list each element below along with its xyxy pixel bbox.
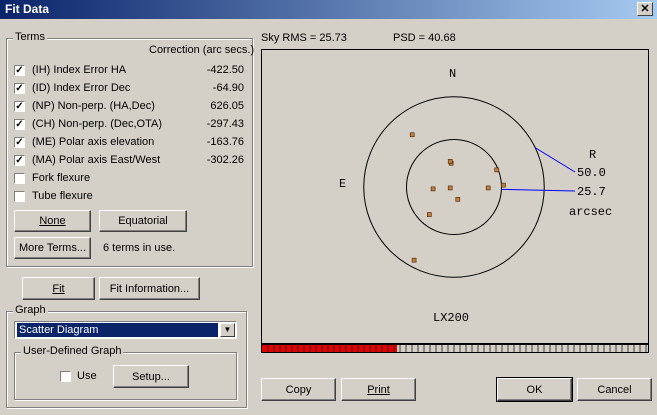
term-value: -64.90 <box>212 82 244 94</box>
graph-group-label: Graph <box>13 304 48 316</box>
setup-button[interactable]: Setup... <box>113 365 189 388</box>
term-checkbox[interactable] <box>14 191 25 202</box>
correction-header: Correction (arc secs.) <box>149 44 255 56</box>
setup-button-label: Setup... <box>132 370 170 383</box>
scatter-point <box>411 257 417 263</box>
term-row: ✓ (NP) Non-perp. (HA,Dec) 626.05 <box>14 99 244 115</box>
scatter-point <box>447 159 453 164</box>
term-label: (CH) Non-perp. (Dec,OTA) <box>32 118 162 130</box>
window-title: Fit Data <box>5 2 50 16</box>
more-terms-button[interactable]: More Terms... <box>14 237 91 259</box>
terms-group-label: Terms <box>13 31 47 43</box>
print-button-label: Print <box>367 383 390 396</box>
terms-in-use-text: 6 terms in use. <box>103 242 176 254</box>
scatter-point <box>447 185 453 191</box>
term-label: Fork flexure <box>32 172 91 184</box>
term-row: Tube flexure <box>14 189 244 205</box>
progress-fill <box>262 345 397 352</box>
cancel-button-label: Cancel <box>597 383 632 396</box>
graph-type-selected: Scatter Diagram <box>17 323 218 337</box>
unit-label: arcsec <box>569 205 613 219</box>
user-defined-graph-label: User-Defined Graph <box>21 345 124 357</box>
term-label: (IH) Index Error HA <box>32 64 127 76</box>
scatter-point <box>409 132 415 138</box>
none-button[interactable]: None <box>14 210 91 232</box>
progress-bar <box>261 344 649 353</box>
scatter-point <box>427 212 432 217</box>
close-button[interactable]: ✕ <box>637 2 653 16</box>
term-value: -422.50 <box>206 64 244 76</box>
scatter-points <box>409 132 506 263</box>
term-value: -297.43 <box>206 118 244 130</box>
equatorial-button-label: Equatorial <box>118 215 168 227</box>
term-label: (ME) Polar axis elevation <box>32 136 155 148</box>
scatter-plot-area: N E R 50.0 25.7 arcsec LX200 <box>261 49 649 344</box>
copy-button[interactable]: Copy <box>261 378 336 401</box>
term-row: ✓ (ID) Index Error Dec -64.90 <box>14 81 244 97</box>
outer-radius-value: 50.0 <box>577 166 606 180</box>
copy-button-label: Copy <box>285 383 312 396</box>
term-checkbox[interactable]: ✓ <box>14 65 25 76</box>
fit-information-button-label: Fit Information... <box>109 282 190 295</box>
progress-segments <box>262 345 647 352</box>
outer-radius-circle <box>363 96 545 278</box>
scatter-point <box>430 186 436 192</box>
scatter-point <box>485 185 491 191</box>
sky-rms-text: Sky RMS = 25.73 <box>261 32 347 44</box>
fit-button[interactable]: Fit <box>22 277 95 300</box>
term-checkbox[interactable]: ✓ <box>14 119 25 130</box>
cancel-button[interactable]: Cancel <box>577 378 652 401</box>
term-checkbox[interactable]: ✓ <box>14 83 25 94</box>
scatter-point <box>501 182 506 188</box>
term-row: ✓ (ME) Polar axis elevation -163.76 <box>14 135 244 151</box>
term-row: ✓ (MA) Polar axis East/West -302.26 <box>14 153 244 169</box>
term-label: (MA) Polar axis East/West <box>32 154 161 166</box>
term-row: Fork flexure <box>14 171 244 187</box>
scatter-point <box>455 197 461 202</box>
outer-radius-leader <box>535 147 576 173</box>
graph-type-select[interactable]: Scatter Diagram ▼ <box>14 321 237 339</box>
more-terms-button-label: More Terms... <box>18 242 87 254</box>
term-label: (ID) Index Error Dec <box>32 82 131 94</box>
term-checkbox[interactable] <box>14 173 25 184</box>
ok-button[interactable]: OK <box>496 377 573 402</box>
psd-text: PSD = 40.68 <box>393 32 456 44</box>
term-row: ✓ (IH) Index Error HA -422.50 <box>14 63 244 79</box>
scatter-point <box>494 167 500 173</box>
term-value: -302.26 <box>206 154 244 166</box>
none-button-label: None <box>39 215 66 227</box>
term-checkbox[interactable]: ✓ <box>14 101 25 112</box>
term-label: (NP) Non-perp. (HA,Dec) <box>32 100 155 112</box>
radius-header: R <box>589 148 597 162</box>
use-label: Use <box>77 370 97 382</box>
print-button[interactable]: Print <box>341 378 416 401</box>
term-value: 626.05 <box>210 100 244 112</box>
term-row: ✓ (CH) Non-perp. (Dec,OTA) -297.43 <box>14 117 244 133</box>
term-checkbox[interactable]: ✓ <box>14 155 25 166</box>
term-label: Tube flexure <box>32 190 93 202</box>
inner-radius-value: 25.7 <box>577 185 606 199</box>
ok-button-label: OK <box>526 383 543 396</box>
equatorial-button[interactable]: Equatorial <box>99 210 187 232</box>
term-value: -163.76 <box>206 136 244 148</box>
term-checkbox[interactable]: ✓ <box>14 137 25 148</box>
close-icon: ✕ <box>640 3 650 15</box>
fit-information-button[interactable]: Fit Information... <box>99 277 200 300</box>
north-label: N <box>449 67 457 81</box>
mount-label: LX200 <box>433 311 470 325</box>
title-bar: Fit Data ✕ <box>0 0 657 19</box>
use-checkbox[interactable] <box>60 371 71 382</box>
chevron-down-icon[interactable]: ▼ <box>220 323 235 337</box>
fit-button-label: Fit <box>52 282 65 295</box>
east-label: E <box>339 177 347 191</box>
inner-radius-leader <box>501 188 576 192</box>
